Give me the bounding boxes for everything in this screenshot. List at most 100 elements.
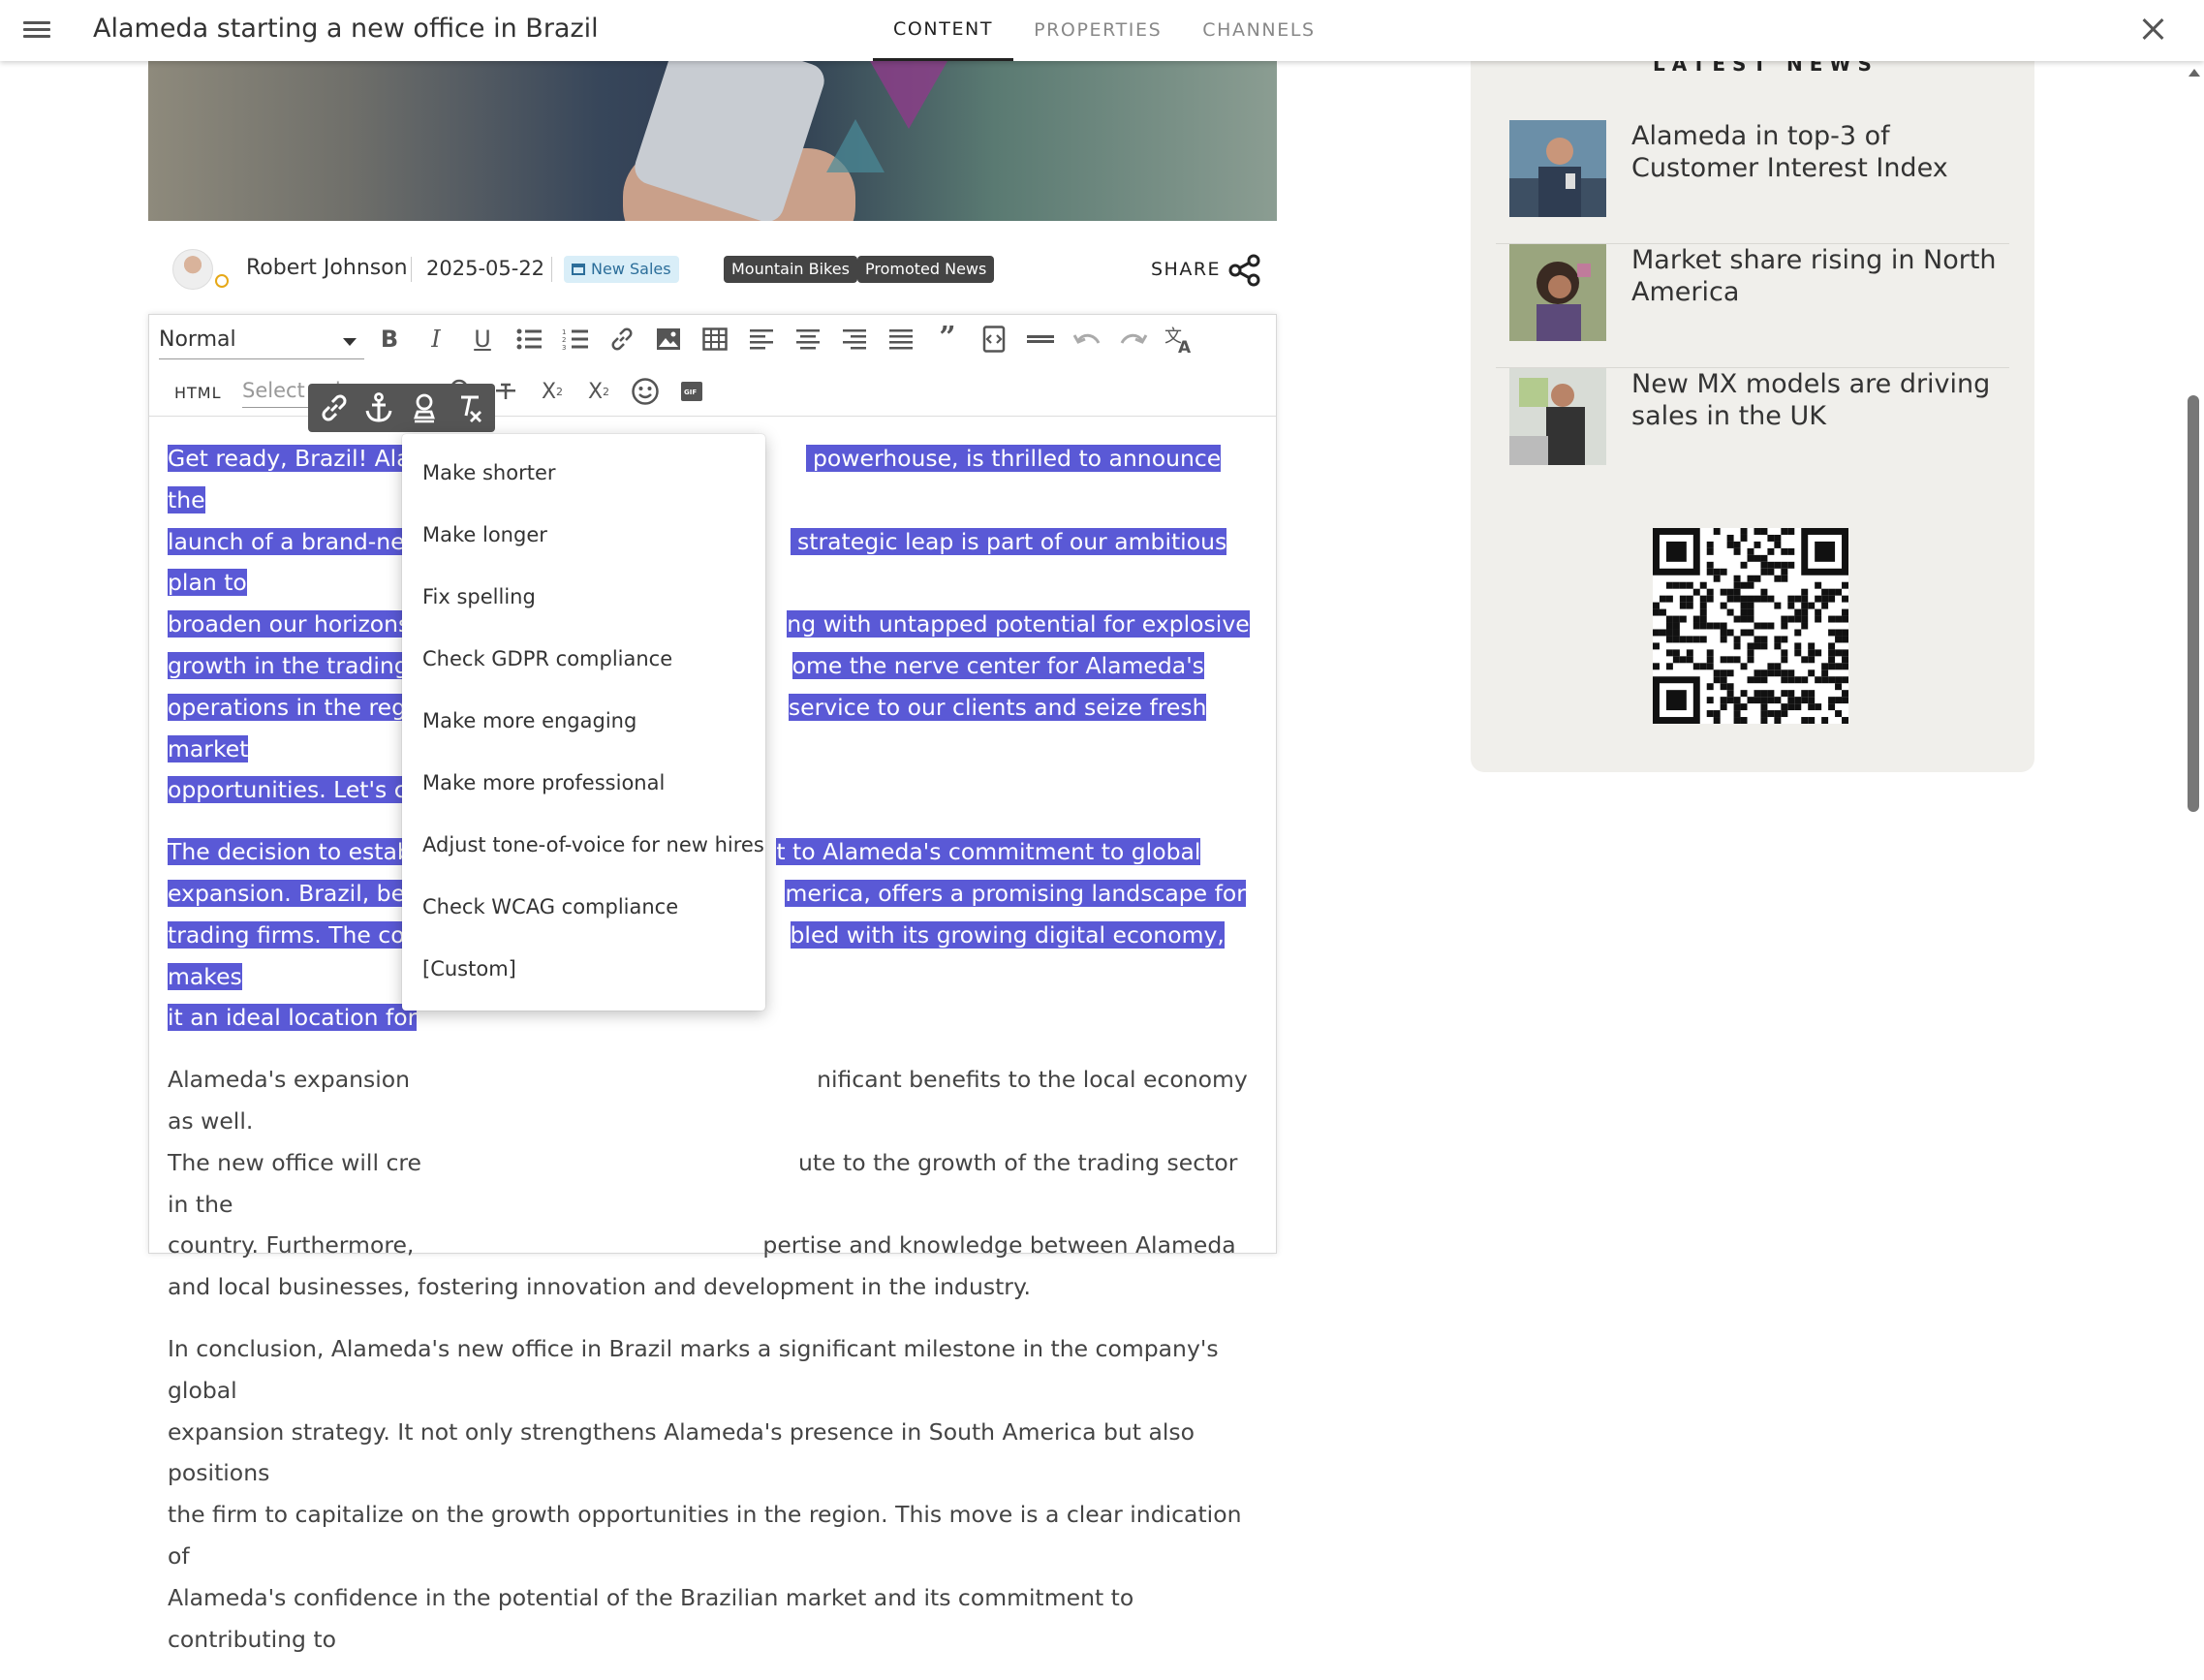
align-center-icon[interactable] [792,323,824,356]
align-justify-icon[interactable] [885,323,917,356]
menu-item-custom[interactable]: [Custom] [402,938,765,1000]
share-label[interactable]: SHARE [1151,259,1221,280]
superscript-icon[interactable]: X2 [582,375,615,408]
news-title: Alameda in top-3 of Customer Interest In… [1631,121,1948,183]
underline-icon[interactable]: U [466,323,499,356]
text-segment: pertise and knowledge between Alameda [762,1231,1236,1260]
gif-icon[interactable]: GIF [675,375,708,408]
text-segment: and local businesses, fostering innovati… [168,1273,1031,1301]
text-segment: growth in the trading a [168,651,430,679]
text-segment: Alameda's confidence in the potential of… [168,1583,1134,1653]
embed-code-icon[interactable] [978,323,1010,356]
news-title: New MX models are driving sales in the U… [1631,369,1991,431]
news-item[interactable]: Alameda in top-3 of Customer Interest In… [1496,120,2009,244]
clear-format-icon[interactable] [450,389,488,427]
bulleted-list-icon[interactable] [512,323,545,356]
tab-bar: CONTENT PROPERTIES CHANNELS [873,0,1336,61]
text-segment: ome the nerve center for Alameda's [792,651,1204,679]
menu-item-more-engaging[interactable]: Make more engaging [402,690,765,752]
redo-icon[interactable] [1117,323,1150,356]
text-segment: operations in the regio [168,693,426,721]
hero-decor-triangle [826,119,885,172]
calendar-icon [572,264,585,275]
inline-link-toolbar [308,384,495,432]
svg-text:3: 3 [562,344,566,351]
tab-content[interactable]: CONTENT [873,0,1014,61]
align-left-icon[interactable] [745,323,778,356]
bold-icon[interactable]: B [373,323,406,356]
ai-actions-menu: Make shorter Make longer Fix spelling Ch… [402,434,765,1011]
divider [551,257,552,282]
news-title: Market share rising in North America [1631,245,1997,307]
status-indicator [215,274,229,288]
numbered-list-icon[interactable]: 123 [559,323,592,356]
table-icon[interactable] [698,323,731,356]
html-source-button[interactable]: HTML [174,384,222,402]
stamp-icon[interactable] [405,389,444,427]
subscript-icon[interactable]: X2 [536,375,569,408]
article-meta: Robert Johnson 2025-05-22 New Sales Moun… [172,247,1260,296]
horizontal-rule-icon[interactable] [1024,323,1057,356]
close-icon[interactable] [2137,14,2168,45]
news-thumbnail [1509,244,1606,341]
text-segment: trading firms. The cou [168,920,419,949]
hero-image [148,61,1277,221]
menu-item-fix-spelling[interactable]: Fix spelling [402,566,765,628]
qr-code [1653,528,1848,724]
scroll-up-icon[interactable] [2188,69,2200,77]
chevron-down-icon [343,338,357,346]
text-segment: In conclusion, Alameda's new office in B… [168,1334,1219,1404]
category-tag[interactable]: New Sales [564,256,679,283]
tab-properties[interactable]: PROPERTIES [1013,0,1182,61]
block-style-select[interactable]: Normal [159,323,364,359]
anchor-icon[interactable] [359,389,398,427]
news-thumbnail [1509,368,1606,465]
text-segment: merica, offers a promising landscape for [785,879,1246,907]
menu-icon[interactable] [23,17,50,43]
text-segment: Alameda's expansion [168,1066,411,1094]
image-icon[interactable] [652,323,685,356]
tag-mountain-bikes[interactable]: Mountain Bikes [724,256,857,283]
italic-icon[interactable]: I [419,323,452,356]
menu-item-more-professional[interactable]: Make more professional [402,752,765,814]
text-segment: ng with untapped potential for explosive [787,610,1250,638]
svg-text:2: 2 [562,336,566,344]
author-name: Robert Johnson [246,256,408,280]
tag-promoted-news[interactable]: Promoted News [857,256,995,283]
align-right-icon[interactable] [838,323,871,356]
tab-channels[interactable]: CHANNELS [1182,0,1335,61]
link-icon[interactable] [605,323,638,356]
svg-text:A: A [1178,338,1192,354]
page-scrollbar[interactable] [2184,61,2204,1239]
document-title: Alameda starting a new office in Brazil [93,14,599,44]
translate-icon[interactable]: 文A [1164,323,1196,356]
menu-item-make-shorter[interactable]: Make shorter [402,442,765,504]
blockquote-icon[interactable]: ” [931,321,964,355]
paragraph: Alameda's expansion nificant benefits to … [168,1059,1262,1308]
svg-text:1: 1 [562,328,566,336]
divider [411,257,412,282]
emoji-icon[interactable] [629,375,662,408]
undo-icon[interactable] [1071,323,1103,356]
text-segment: The decision to establ [168,838,419,866]
text-segment: t to Alameda's commitment to global [776,838,1201,866]
news-item[interactable]: Market share rising in North America [1496,244,2009,368]
text-segment: expansion. Brazil, bein [168,879,426,907]
block-style-value: Normal [159,327,236,352]
category-tag-label: New Sales [591,260,671,278]
text-segment: launch of a brand-nev [168,527,419,555]
share-icon[interactable] [1228,254,1261,287]
paragraph: In conclusion, Alameda's new office in B… [168,1328,1262,1660]
text-segment: it an ideal location for [168,1004,418,1032]
link-icon[interactable] [315,389,354,427]
menu-item-adjust-tone[interactable]: Adjust tone-of-voice for new hires [402,814,765,876]
publish-date[interactable]: 2025-05-22 [426,257,544,280]
menu-item-check-gdpr[interactable]: Check GDPR compliance [402,628,765,690]
news-item[interactable]: New MX models are driving sales in the U… [1496,368,2009,492]
scrollbar-thumb[interactable] [2188,395,2199,812]
app-header: Alameda starting a new office in Brazil … [0,0,2204,61]
menu-item-make-longer[interactable]: Make longer [402,504,765,566]
avatar[interactable] [172,249,213,290]
menu-item-check-wcag[interactable]: Check WCAG compliance [402,876,765,938]
text-segment: the firm to capitalize on the growth opp… [168,1501,1242,1570]
